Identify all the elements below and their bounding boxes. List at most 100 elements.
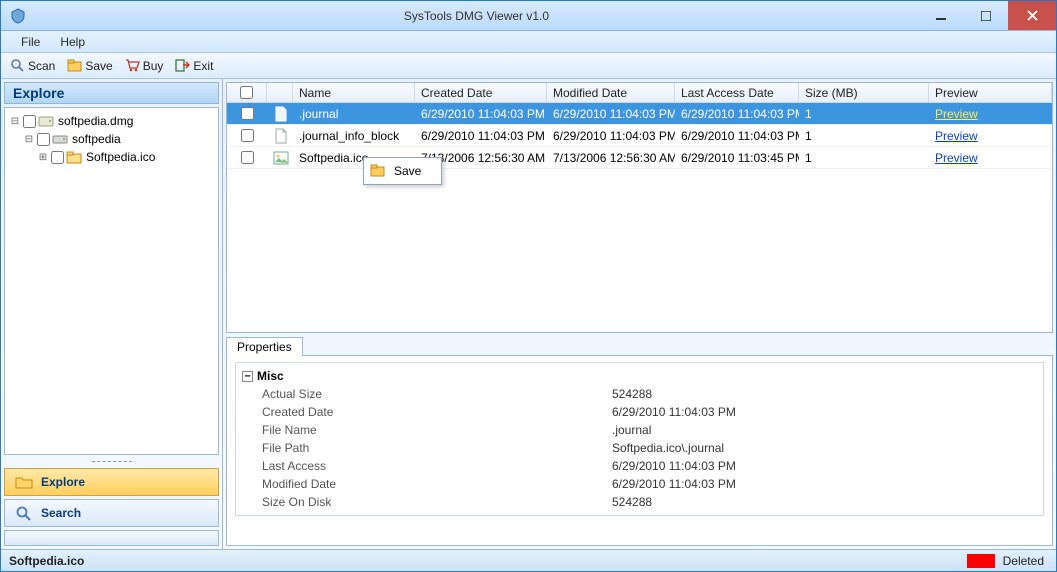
property-key: Modified Date — [236, 475, 606, 493]
context-menu-save[interactable]: Save — [366, 160, 439, 182]
file-icon — [273, 150, 289, 166]
content-area: Name Created Date Modified Date Last Acc… — [223, 79, 1056, 549]
minimize-button[interactable] — [918, 1, 963, 30]
tree-node-dmg[interactable]: ⊟ softpedia.dmg — [5, 112, 218, 130]
toolbar-scan-label: Scan — [28, 59, 55, 73]
tree-label: softpedia — [70, 132, 121, 146]
drive-icon — [52, 131, 68, 147]
nav-search-label: Search — [41, 506, 81, 520]
cell-access: 6/29/2010 11:04:03 PM — [675, 107, 799, 121]
cell-name: .journal — [293, 107, 415, 121]
cell-modified: 6/29/2010 11:04:03 PM — [547, 107, 675, 121]
table-row[interactable]: Softpedia.ico7/13/2006 12:56:30 AM7/13/2… — [227, 147, 1052, 169]
property-value: Softpedia.ico\.journal — [606, 439, 1043, 457]
header-access[interactable]: Last Access Date — [675, 83, 799, 102]
tree-label: softpedia.dmg — [56, 114, 133, 128]
menu-file[interactable]: File — [11, 33, 50, 51]
properties-group-header[interactable]: − Misc — [236, 367, 1043, 385]
status-bar: Softpedia.ico Deleted — [1, 549, 1056, 571]
toolbar-buy-button[interactable]: Buy — [120, 57, 169, 74]
cell-modified: 7/13/2006 12:56:30 AM — [547, 151, 675, 165]
tree-label: Softpedia.ico — [84, 150, 155, 164]
property-key: Size On Disk — [236, 493, 606, 511]
table-row[interactable]: .journal_info_block6/29/2010 11:04:03 PM… — [227, 125, 1052, 147]
cell-created: 6/29/2010 11:04:03 PM — [415, 129, 547, 143]
sidebar-stub — [4, 530, 219, 546]
property-row: File Name.journal — [236, 421, 1043, 439]
status-right-text: Deleted — [1003, 554, 1044, 568]
menu-help[interactable]: Help — [50, 33, 95, 51]
exit-icon — [175, 58, 190, 73]
context-menu-save-label: Save — [394, 164, 421, 178]
property-value: 6/29/2010 11:04:03 PM — [606, 403, 1043, 421]
disk-icon — [38, 113, 54, 129]
tree-checkbox[interactable] — [37, 133, 50, 146]
nav-explore-button[interactable]: Explore — [4, 468, 219, 496]
tab-properties[interactable]: Properties — [226, 337, 303, 356]
cell-size: 1 — [799, 129, 929, 143]
preview-link[interactable]: Preview — [935, 151, 978, 165]
property-value: 524288 — [606, 493, 1043, 511]
header-checkbox-col[interactable] — [227, 83, 267, 102]
row-checkbox[interactable] — [241, 129, 254, 142]
header-size[interactable]: Size (MB) — [799, 83, 929, 102]
app-icon — [7, 5, 29, 27]
expander-icon[interactable]: ⊟ — [9, 116, 21, 127]
toolbar: Scan Save Buy Exit — [1, 53, 1056, 79]
preview-link[interactable]: Preview — [935, 129, 978, 143]
property-value: 6/29/2010 11:04:03 PM — [606, 457, 1043, 475]
row-checkbox[interactable] — [241, 151, 254, 164]
toolbar-exit-button[interactable]: Exit — [170, 57, 218, 74]
expander-icon[interactable]: ⊟ — [23, 134, 35, 145]
property-key: Last Access — [236, 457, 606, 475]
folder-save-icon — [370, 163, 386, 179]
property-row: Modified Date6/29/2010 11:04:03 PM — [236, 475, 1043, 493]
cell-name: .journal_info_block — [293, 129, 415, 143]
folder-open-icon — [15, 474, 33, 490]
file-icon — [273, 128, 289, 144]
maximize-button[interactable] — [963, 1, 1008, 30]
folder-save-icon — [67, 58, 82, 73]
header-name[interactable]: Name — [293, 83, 415, 102]
row-checkbox[interactable] — [241, 107, 254, 120]
tree-checkbox[interactable] — [23, 115, 36, 128]
header-preview[interactable]: Preview — [929, 83, 1052, 102]
properties-pane: Properties − Misc Actual Size524288Creat… — [226, 336, 1053, 546]
toolbar-save-button[interactable]: Save — [62, 57, 117, 74]
nav-explore-label: Explore — [41, 475, 85, 489]
property-row: Last Access6/29/2010 11:04:03 PM — [236, 457, 1043, 475]
tree-checkbox[interactable] — [51, 151, 64, 164]
properties-group-label: Misc — [257, 369, 284, 383]
property-value: .journal — [606, 421, 1043, 439]
header-modified[interactable]: Modified Date — [547, 83, 675, 102]
cell-size: 1 — [799, 151, 929, 165]
property-row: Actual Size524288 — [236, 385, 1043, 403]
tree-node-folder[interactable]: ⊟ softpedia — [5, 130, 218, 148]
cell-access: 6/29/2010 11:03:45 PM — [675, 151, 799, 165]
preview-link[interactable]: Preview — [935, 107, 978, 121]
cart-icon — [125, 58, 140, 73]
property-key: Actual Size — [236, 385, 606, 403]
toolbar-buy-label: Buy — [143, 59, 164, 73]
property-row: Created Date6/29/2010 11:04:03 PM — [236, 403, 1043, 421]
close-button[interactable] — [1008, 1, 1056, 30]
list-body[interactable]: .journal6/29/2010 11:04:03 PM6/29/2010 1… — [227, 103, 1052, 332]
toolbar-scan-button[interactable]: Scan — [5, 57, 60, 74]
select-all-checkbox[interactable] — [240, 86, 253, 99]
header-created[interactable]: Created Date — [415, 83, 547, 102]
sidebar: Explore ⊟ softpedia.dmg ⊟ softpedia ⊞ So… — [1, 79, 223, 549]
folder-icon — [66, 149, 82, 165]
tree-view[interactable]: ⊟ softpedia.dmg ⊟ softpedia ⊞ Softpedia.… — [4, 107, 219, 455]
property-value: 524288 — [606, 385, 1043, 403]
splitter-handle[interactable] — [4, 458, 219, 465]
collapse-icon[interactable]: − — [242, 371, 253, 382]
search-icon — [15, 505, 33, 521]
expander-icon[interactable]: ⊞ — [37, 152, 49, 163]
table-row[interactable]: .journal 6/29/2010 11:04:03 PM6/29/2010 1… — [227, 103, 1052, 125]
status-left-text: Softpedia.ico — [9, 554, 959, 568]
tree-node-file[interactable]: ⊞ Softpedia.ico — [5, 148, 218, 166]
cell-size: 1 — [799, 107, 929, 121]
toolbar-exit-label: Exit — [193, 59, 213, 73]
properties-tabs: Properties — [226, 336, 1053, 355]
nav-search-button[interactable]: Search — [4, 499, 219, 527]
